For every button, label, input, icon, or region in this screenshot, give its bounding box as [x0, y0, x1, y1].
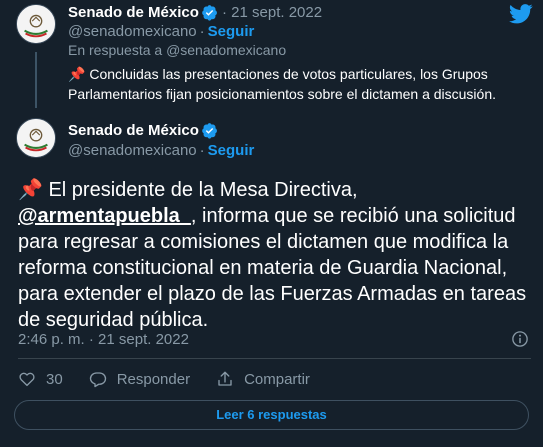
separator-dot: ·	[199, 23, 205, 40]
heart-icon	[19, 372, 35, 387]
main-text-before: El presidente de la Mesa Directiva,	[48, 179, 358, 201]
reply-bubble-icon	[89, 372, 106, 388]
share-label: Compartir	[244, 370, 310, 388]
reply-date[interactable]: · 21 sept. 2022	[222, 4, 322, 21]
senado-seal-icon	[17, 5, 55, 43]
reply-button[interactable]: Responder	[89, 370, 190, 388]
follow-button[interactable]: Seguir	[208, 142, 255, 159]
reply-prefix: En respuesta a	[68, 42, 163, 58]
follow-button[interactable]: Seguir	[208, 23, 255, 40]
main-tweet-text: 📌 El presidente de la Mesa Directiva, @a…	[18, 177, 533, 333]
verified-badge-icon	[202, 5, 217, 21]
reply-to-handle[interactable]: @senadomexicano	[166, 42, 286, 58]
author-avatar[interactable]	[16, 118, 56, 158]
separator-dot: ·	[222, 4, 227, 21]
main-handle-line: @senadomexicano · Seguir	[68, 142, 254, 159]
info-icon[interactable]	[511, 330, 529, 348]
main-author-name[interactable]: Senado de México	[68, 122, 199, 139]
like-button[interactable]: 30	[18, 370, 63, 388]
pushpin-icon: 📌	[68, 66, 86, 82]
reply-author-name[interactable]: Senado de México	[68, 4, 199, 21]
share-upload-icon	[218, 371, 232, 386]
reply-label: Responder	[116, 370, 191, 388]
reply-tweet-body: Concluidas las presentaciones de votos p…	[68, 66, 496, 102]
reply-handle-line: @senadomexicano · Seguir	[68, 23, 254, 40]
mention-link[interactable]: @armentapuebla_	[18, 205, 191, 227]
main-author-handle[interactable]: @senadomexicano	[68, 142, 197, 159]
verified-badge-icon	[202, 123, 217, 139]
thread-connector	[35, 52, 37, 108]
like-count: 30	[46, 370, 63, 388]
separator-dot: ·	[199, 142, 205, 159]
reply-author-handle[interactable]: @senadomexicano	[68, 23, 197, 40]
author-avatar[interactable]	[16, 4, 56, 44]
reply-date-text: 21 sept. 2022	[231, 4, 323, 21]
pushpin-icon: 📌	[18, 179, 43, 201]
twitter-logo-icon[interactable]	[509, 4, 533, 24]
read-replies-button[interactable]: Leer 6 respuestas	[14, 400, 529, 430]
tweet-timestamp[interactable]: 2:46 p. m. · 21 sept. 2022	[18, 331, 189, 348]
reply-tweet-text: 📌 Concluidas las presentaciones de votos…	[68, 64, 533, 104]
divider	[18, 358, 531, 359]
tweet-actions: 30 Responder Compartir	[18, 370, 336, 388]
senado-seal-icon	[17, 119, 55, 157]
reply-context: En respuesta a @senadomexicano	[68, 42, 286, 58]
share-button[interactable]: Compartir	[216, 370, 310, 388]
